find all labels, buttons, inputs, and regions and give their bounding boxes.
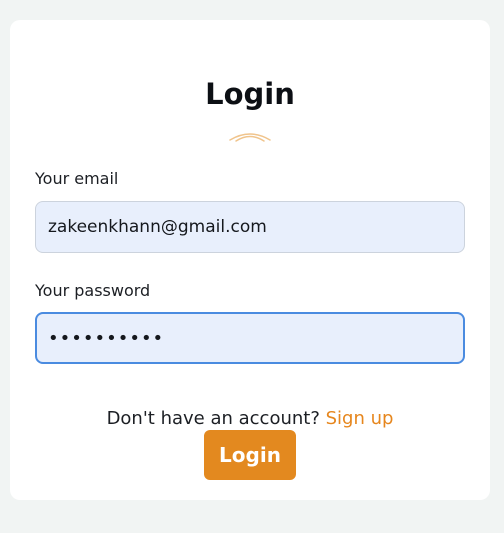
- signup-link[interactable]: Sign up: [326, 408, 394, 429]
- email-field[interactable]: [35, 201, 465, 253]
- password-field[interactable]: [35, 312, 465, 364]
- arc-decoration-icon: [229, 133, 271, 142]
- login-card: Login Your email Your password Don't hav…: [10, 20, 490, 500]
- page-title: Login: [205, 77, 295, 111]
- signup-prompt-text: Don't have an account?: [106, 408, 326, 429]
- email-label: Your email: [35, 169, 119, 188]
- signup-prompt: Don't have an account? Sign up: [10, 410, 490, 428]
- password-label: Your password: [35, 281, 151, 300]
- login-button[interactable]: Login: [204, 430, 296, 480]
